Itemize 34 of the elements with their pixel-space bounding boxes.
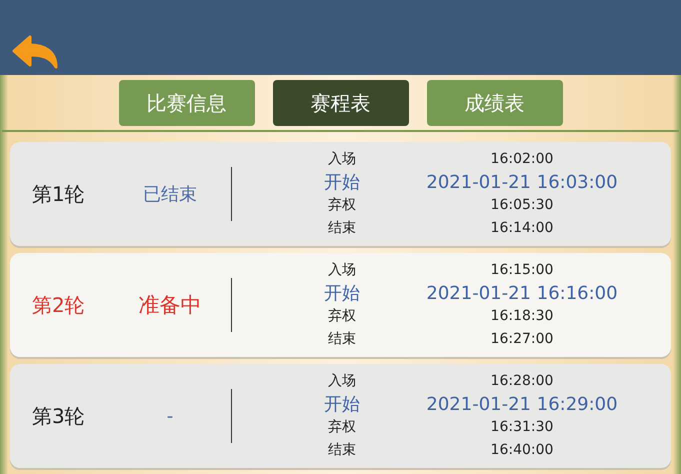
schedule-label: 结束 [327,219,357,238]
back-icon[interactable] [12,35,58,69]
schedule-label: 弃权 [327,418,357,437]
round-name: 第1轮 [31,180,86,208]
round-name: 第2轮 [31,292,86,318]
schedule-label: 入场 [327,150,357,169]
round-status: 已结束 [142,183,198,206]
round-status: 准备中 [138,292,202,319]
tab[interactable]: 比赛信息 [118,80,254,126]
schedule-label: 结束 [327,441,357,460]
tab[interactable]: 赛程表 [272,80,408,126]
schedule-label: 开始 [323,282,361,305]
schedule-time: 2021-01-21 16:03:00 [425,171,619,194]
schedule-time: 16:05:30 [490,196,554,215]
schedule-label: 入场 [327,261,357,280]
schedule-label: 结束 [327,330,357,349]
round-name: 第3轮 [31,402,86,430]
schedule-label: 弃权 [327,196,357,215]
schedule-time: 2021-01-21 16:29:00 [425,393,619,416]
schedule-time: 16:27:00 [490,330,554,349]
schedule-time: 16:15:00 [490,261,554,280]
tab[interactable]: 成绩表 [426,80,562,126]
schedule-label: 弃权 [327,307,357,326]
schedule-label: 入场 [327,372,357,391]
round-status: - [166,406,174,426]
schedule-label: 开始 [323,171,361,194]
schedule-time: 16:31:30 [490,418,554,437]
schedule-time: 16:40:00 [490,441,554,460]
schedule-label: 开始 [323,393,361,416]
schedule-time: 16:02:00 [490,150,554,169]
schedule-time: 16:14:00 [490,219,554,238]
schedule-time: 16:18:30 [490,307,554,326]
schedule-time: 16:28:00 [490,372,554,391]
schedule-time: 2021-01-21 16:16:00 [425,282,619,305]
